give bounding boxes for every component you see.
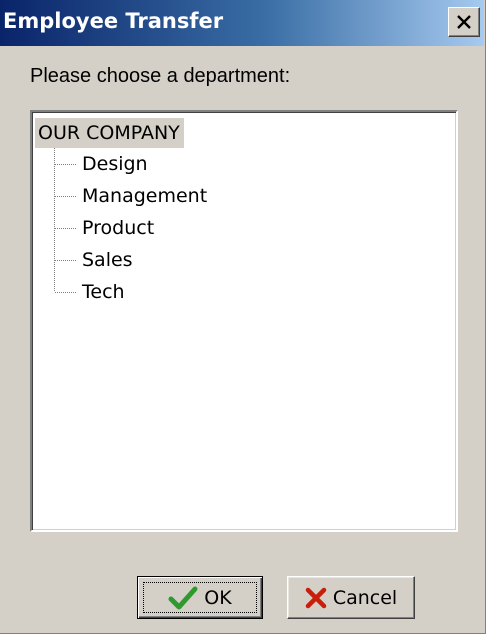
close-icon	[457, 15, 471, 29]
tree-root-node[interactable]: OUR COMPANY	[35, 118, 184, 148]
tree-item-sales[interactable]: Sales	[82, 244, 133, 277]
close-button[interactable]	[448, 7, 480, 37]
department-tree[interactable]: OUR COMPANY Design Management Product Sa…	[30, 110, 458, 532]
title-bar[interactable]: Employee Transfer	[0, 0, 484, 46]
ok-button[interactable]: OK	[137, 576, 263, 619]
tree-item-tech[interactable]: Tech	[82, 276, 125, 309]
tree-item-management[interactable]: Management	[82, 180, 207, 213]
cancel-button-label: Cancel	[332, 586, 398, 609]
tree-item-design[interactable]: Design	[82, 148, 148, 181]
employee-transfer-dialog: Employee Transfer Please choose a depart…	[0, 0, 486, 634]
department-prompt: Please choose a department:	[30, 65, 291, 87]
ok-button-label: OK	[204, 586, 232, 609]
cancel-button[interactable]: Cancel	[287, 576, 415, 619]
checkmark-icon	[168, 586, 198, 609]
x-mark-icon	[305, 587, 327, 608]
window-title: Employee Transfer	[3, 9, 224, 33]
tree-item-product[interactable]: Product	[82, 212, 154, 245]
